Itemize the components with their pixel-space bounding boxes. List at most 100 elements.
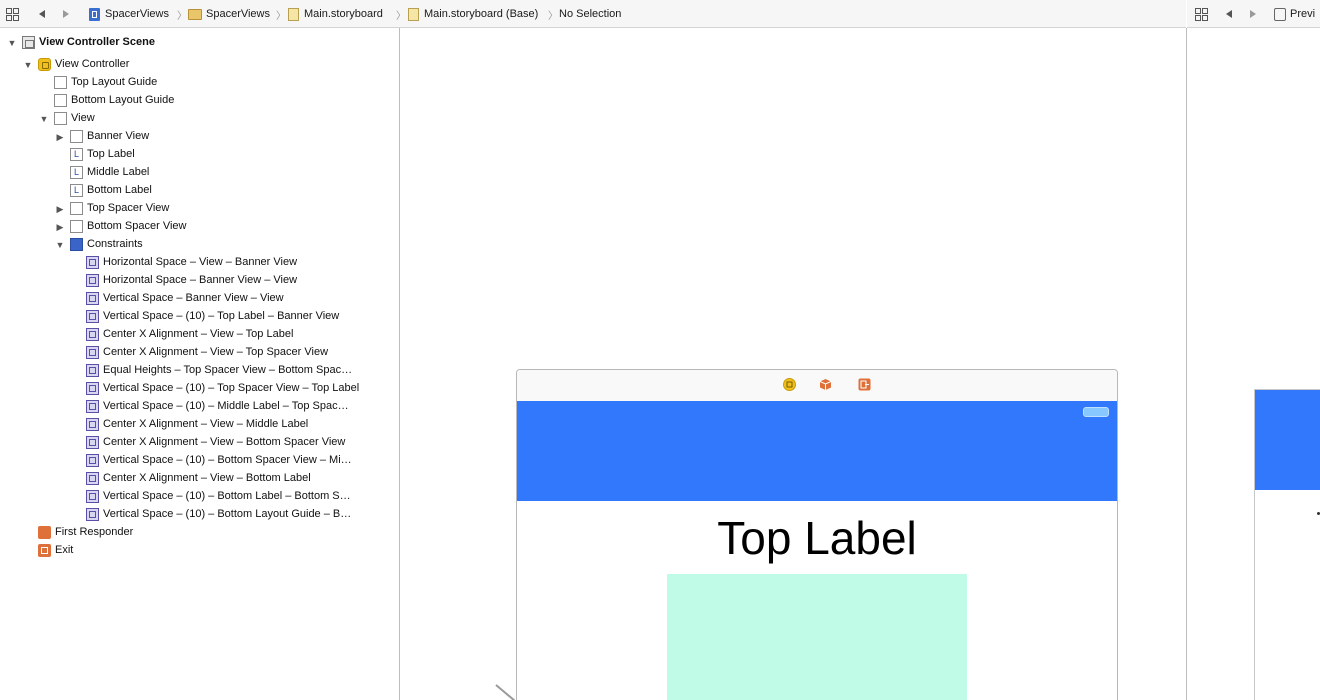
preview-editor [1187,29,1320,700]
crumb-separator: 〉 [177,11,187,22]
outline-item-constraint[interactable]: Vertical Space – (10) – Bottom Layout Gu… [86,505,351,523]
resize-handle-icon[interactable] [495,684,516,700]
outline-item-constraint[interactable]: Vertical Space – (10) – Bottom Spacer Vi… [86,451,352,469]
label-icon: L [70,147,83,161]
crumb-preview[interactable]: Previ [1274,7,1315,21]
outline-item-label: Top Layout Guide [71,76,158,88]
constraint-icon [86,417,99,431]
outline-item-scene[interactable]: View Controller Scene [22,33,155,51]
outline-item-bottom-label[interactable]: L Bottom Label [70,181,152,199]
constraint-icon [86,489,99,503]
view-icon [70,129,83,143]
outline-item-constraint[interactable]: Equal Heights – Top Spacer View – Bottom… [86,361,352,379]
outline-item-constraint[interactable]: Center X Alignment – View – Bottom Space… [86,433,345,451]
related-items-icon[interactable] [4,6,20,22]
layout-guide-icon [54,93,67,107]
constraint-icon [86,435,99,449]
constraint-icon [86,255,99,269]
crumb-storyboard-base[interactable]: Main.storyboard (Base) [408,7,538,21]
outline-item-constraint[interactable]: Vertical Space – (10) – Bottom Label – B… [86,487,351,505]
back-arrow-icon[interactable] [34,6,50,22]
crumb-separator: 〉 [548,11,558,22]
forward-arrow-icon[interactable] [1245,6,1261,22]
crumb-separator: 〉 [396,11,406,22]
outline-item-label: Middle Label [87,166,150,178]
disclosure-triangle-expanded-icon[interactable]: ▼ [39,114,49,124]
outline-item-exit[interactable]: Exit [38,541,73,559]
first-responder-cube-icon[interactable] [819,378,832,391]
document-outline: ▼ View Controller Scene ▼ View Controlle… [0,29,399,700]
outline-item-bottom-spacer-view[interactable]: Bottom Spacer View [70,217,186,235]
outline-item-label: View Controller Scene [39,36,155,48]
view-controller-icon[interactable] [783,378,796,391]
crumb-project-label: SpacerViews [105,8,169,20]
disclosure-triangle-expanded-icon[interactable]: ▼ [7,38,17,48]
disclosure-triangle-expanded-icon[interactable]: ▼ [23,60,33,70]
outline-item-constraint[interactable]: Center X Alignment – View – Top Label [86,325,293,343]
outline-item-top-layout-guide[interactable]: Top Layout Guide [54,73,157,91]
view-icon [70,219,83,233]
outline-item-label: Vertical Space – (10) – Bottom Layout Gu… [103,508,352,520]
outline-item-constraint[interactable]: Center X Alignment – View – Top Spacer V… [86,343,328,361]
outline-item-label: Constraints [87,238,143,250]
outline-item-label: Vertical Space – (10) – Bottom Label – B… [103,490,351,502]
crumb-group[interactable]: SpacerViews [188,7,270,21]
outline-item-view[interactable]: View [54,109,95,127]
outline-item-label: Horizontal Space – View – Banner View [103,256,298,268]
outline-item-constraint[interactable]: Horizontal Space – Banner View – View [86,271,297,289]
outline-item-constraint[interactable]: Center X Alignment – View – Middle Label [86,415,308,433]
outline-item-banner-view[interactable]: Banner View [70,127,149,145]
constraint-icon [86,327,99,341]
outline-item-middle-label[interactable]: L Middle Label [70,163,149,181]
preview-device [1254,389,1320,700]
constraint-icon [86,507,99,521]
outline-item-constraint[interactable]: Horizontal Space – View – Banner View [86,253,297,271]
crumb-storyboard[interactable]: Main.storyboard [288,7,383,21]
view-controller-icon [38,57,51,71]
outline-item-label: Vertical Space – (10) – Bottom Spacer Vi… [103,454,352,466]
outline-item-constraint[interactable]: Vertical Space – (10) – Middle Label – T… [86,397,349,415]
outline-item-top-label[interactable]: L Top Label [70,145,135,163]
outline-item-label: Top Label [87,148,135,160]
disclosure-triangle-expanded-icon[interactable]: ▼ [55,240,65,250]
outline-item-view-controller[interactable]: View Controller [38,55,129,73]
preview-banner-view [1255,390,1320,490]
scene-dock [517,370,1117,402]
outline-item-label: Center X Alignment – View – Bottom Space… [103,436,346,448]
battery-icon [1083,407,1109,417]
crumb-selection-label: No Selection [559,8,622,20]
folder-icon [188,8,202,20]
disclosure-triangle-collapsed-icon[interactable]: ▶ [55,204,65,214]
outline-item-constraint[interactable]: Center X Alignment – View – Bottom Label [86,469,311,487]
top-label[interactable]: Top Label [517,511,1117,565]
outline-item-first-responder[interactable]: First Responder [38,523,133,541]
constraint-icon [86,363,99,377]
outline-item-label: Vertical Space – Banner View – View [103,292,284,304]
banner-view[interactable] [517,401,1117,501]
top-spacer-view[interactable] [667,574,967,700]
outline-item-top-spacer-view[interactable]: Top Spacer View [70,199,169,217]
related-items-icon[interactable] [1193,6,1209,22]
disclosure-triangle-collapsed-icon[interactable]: ▶ [55,222,65,232]
forward-arrow-icon[interactable] [58,6,74,22]
outline-item-bottom-layout-guide[interactable]: Bottom Layout Guide [54,91,174,109]
storyboard-file-icon [288,7,299,21]
view-icon [70,201,83,215]
outline-item-label: Vertical Space – (10) – Top Spacer View … [103,382,360,394]
outline-item-constraint[interactable]: Vertical Space – (10) – Top Spacer View … [86,379,359,397]
back-arrow-icon[interactable] [1221,6,1237,22]
constraint-icon [86,345,99,359]
outline-item-label: View [71,112,95,124]
outline-item-constraint[interactable]: Vertical Space – (10) – Top Label – Bann… [86,307,339,325]
outline-item-constraints[interactable]: Constraints [70,235,143,253]
crumb-project[interactable]: SpacerViews [89,7,169,21]
view-controller-frame[interactable]: Top Label [516,369,1118,700]
outline-item-label: View Controller [55,58,130,70]
project-file-icon [89,7,100,21]
outline-item-constraint[interactable]: Vertical Space – Banner View – View [86,289,284,307]
disclosure-triangle-collapsed-icon[interactable]: ▶ [55,132,65,142]
preview-jump-bar: Previ [1187,0,1320,28]
exit-icon[interactable] [858,378,871,391]
storyboard-canvas[interactable]: Top Label [400,29,1186,700]
crumb-selection[interactable]: No Selection [559,7,621,21]
